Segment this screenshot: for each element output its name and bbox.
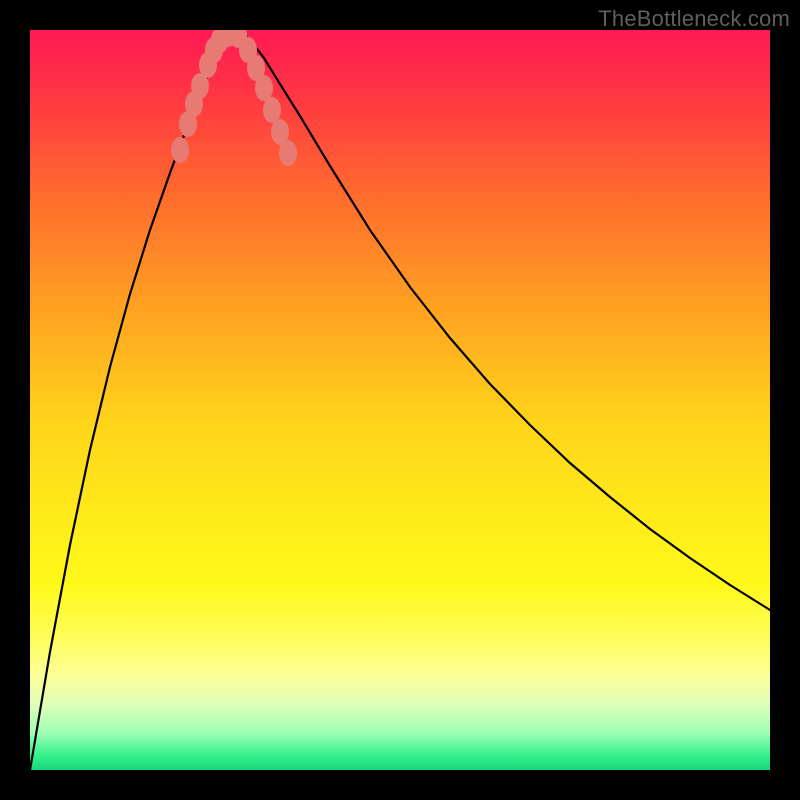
data-dot: [211, 30, 229, 53]
data-dot: [263, 97, 281, 123]
data-dot: [199, 52, 217, 78]
data-dot: [229, 30, 247, 48]
data-dot: [271, 119, 289, 145]
chart-frame: TheBottleneck.com: [0, 0, 800, 800]
watermark-text: TheBottleneck.com: [598, 6, 790, 32]
data-dot: [205, 37, 223, 63]
data-dot: [191, 73, 209, 99]
data-dot: [255, 75, 273, 101]
data-dot: [239, 37, 257, 63]
data-dot: [219, 30, 237, 47]
plot-area: [30, 30, 770, 770]
data-dot: [279, 140, 297, 166]
bottleneck-curve: [30, 30, 770, 770]
data-dot: [179, 111, 197, 137]
data-dot: [171, 137, 189, 163]
data-dots-layer: [30, 30, 770, 770]
data-dot: [185, 91, 203, 117]
data-dot: [247, 55, 265, 81]
